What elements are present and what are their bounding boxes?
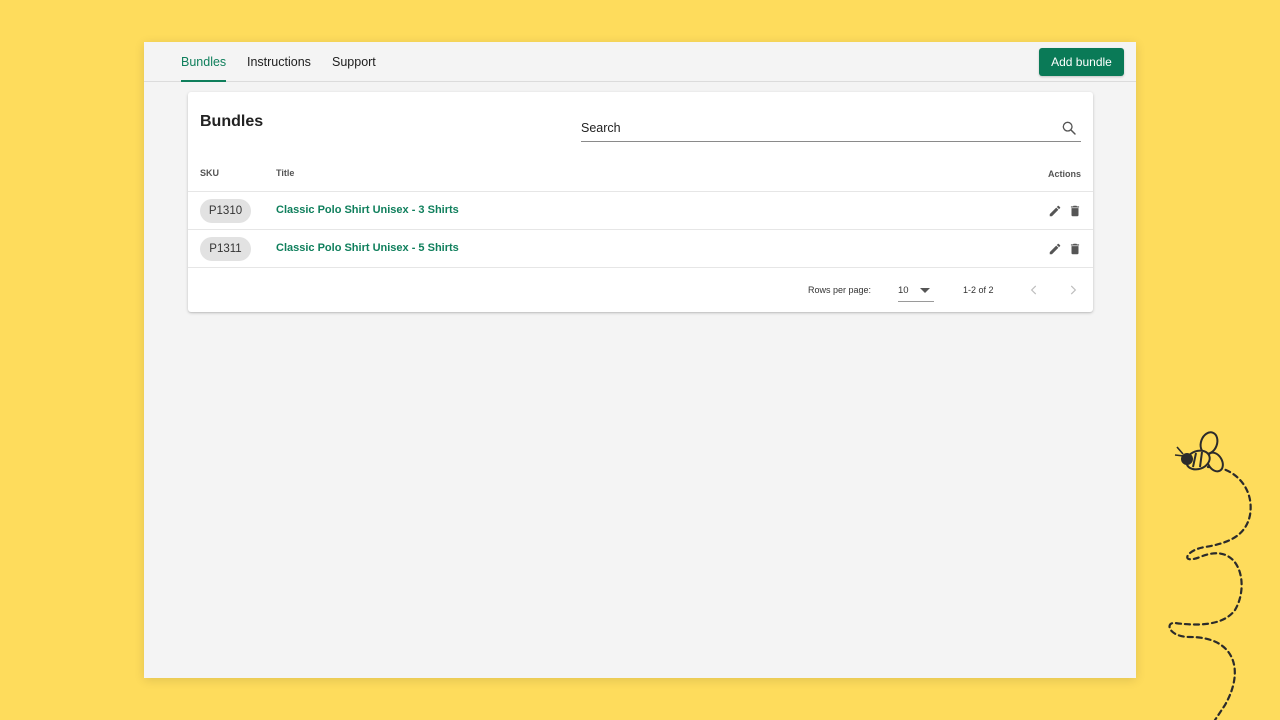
search-field [581,116,1081,142]
sku-chip: P1310 [200,199,251,223]
tab-bundles[interactable]: Bundles [181,42,227,82]
edit-icon[interactable] [1048,242,1062,256]
column-header-sku[interactable]: SKU [200,168,219,178]
bee-illustration [1168,431,1252,720]
edit-icon[interactable] [1048,204,1062,218]
table-pagination: Rows per page: 10 1-2 of 2 [188,267,1093,312]
rows-per-page-label: Rows per page: [808,285,872,295]
table-row: P1311 Classic Polo Shirt Unisex - 5 Shir… [188,229,1093,267]
tab-instructions[interactable]: Instructions [247,42,311,82]
column-header-title[interactable]: Title [276,168,294,178]
pagination-range: 1-2 of 2 [963,285,994,295]
column-header-actions: Actions [1048,169,1082,179]
delete-icon[interactable] [1068,204,1082,218]
bundle-title-link[interactable]: Classic Polo Shirt Unisex - 3 Shirts [276,204,459,216]
rows-per-page-value: 10 [898,285,909,296]
sku-chip: P1311 [200,237,251,261]
add-bundle-button[interactable]: Add bundle [1039,48,1124,76]
card-title: Bundles [200,113,264,130]
tab-support[interactable]: Support [332,42,376,82]
app-window: Bundles Instructions Support Add bundle … [144,42,1136,678]
chevron-right-icon[interactable] [1066,283,1080,297]
bundles-card: Bundles SKU Title Actions P1310 Classic … [188,92,1093,312]
chevron-left-icon[interactable] [1027,283,1041,297]
top-nav: Bundles Instructions Support Add bundle [144,42,1136,82]
bundle-title-link[interactable]: Classic Polo Shirt Unisex - 5 Shirts [276,242,459,254]
chevron-down-icon [920,288,930,293]
delete-icon[interactable] [1068,242,1082,256]
search-input[interactable] [581,116,1051,140]
search-icon[interactable] [1061,120,1077,136]
rows-per-page-select[interactable]: 10 [898,280,934,302]
table-row: P1310 Classic Polo Shirt Unisex - 3 Shir… [188,191,1093,229]
